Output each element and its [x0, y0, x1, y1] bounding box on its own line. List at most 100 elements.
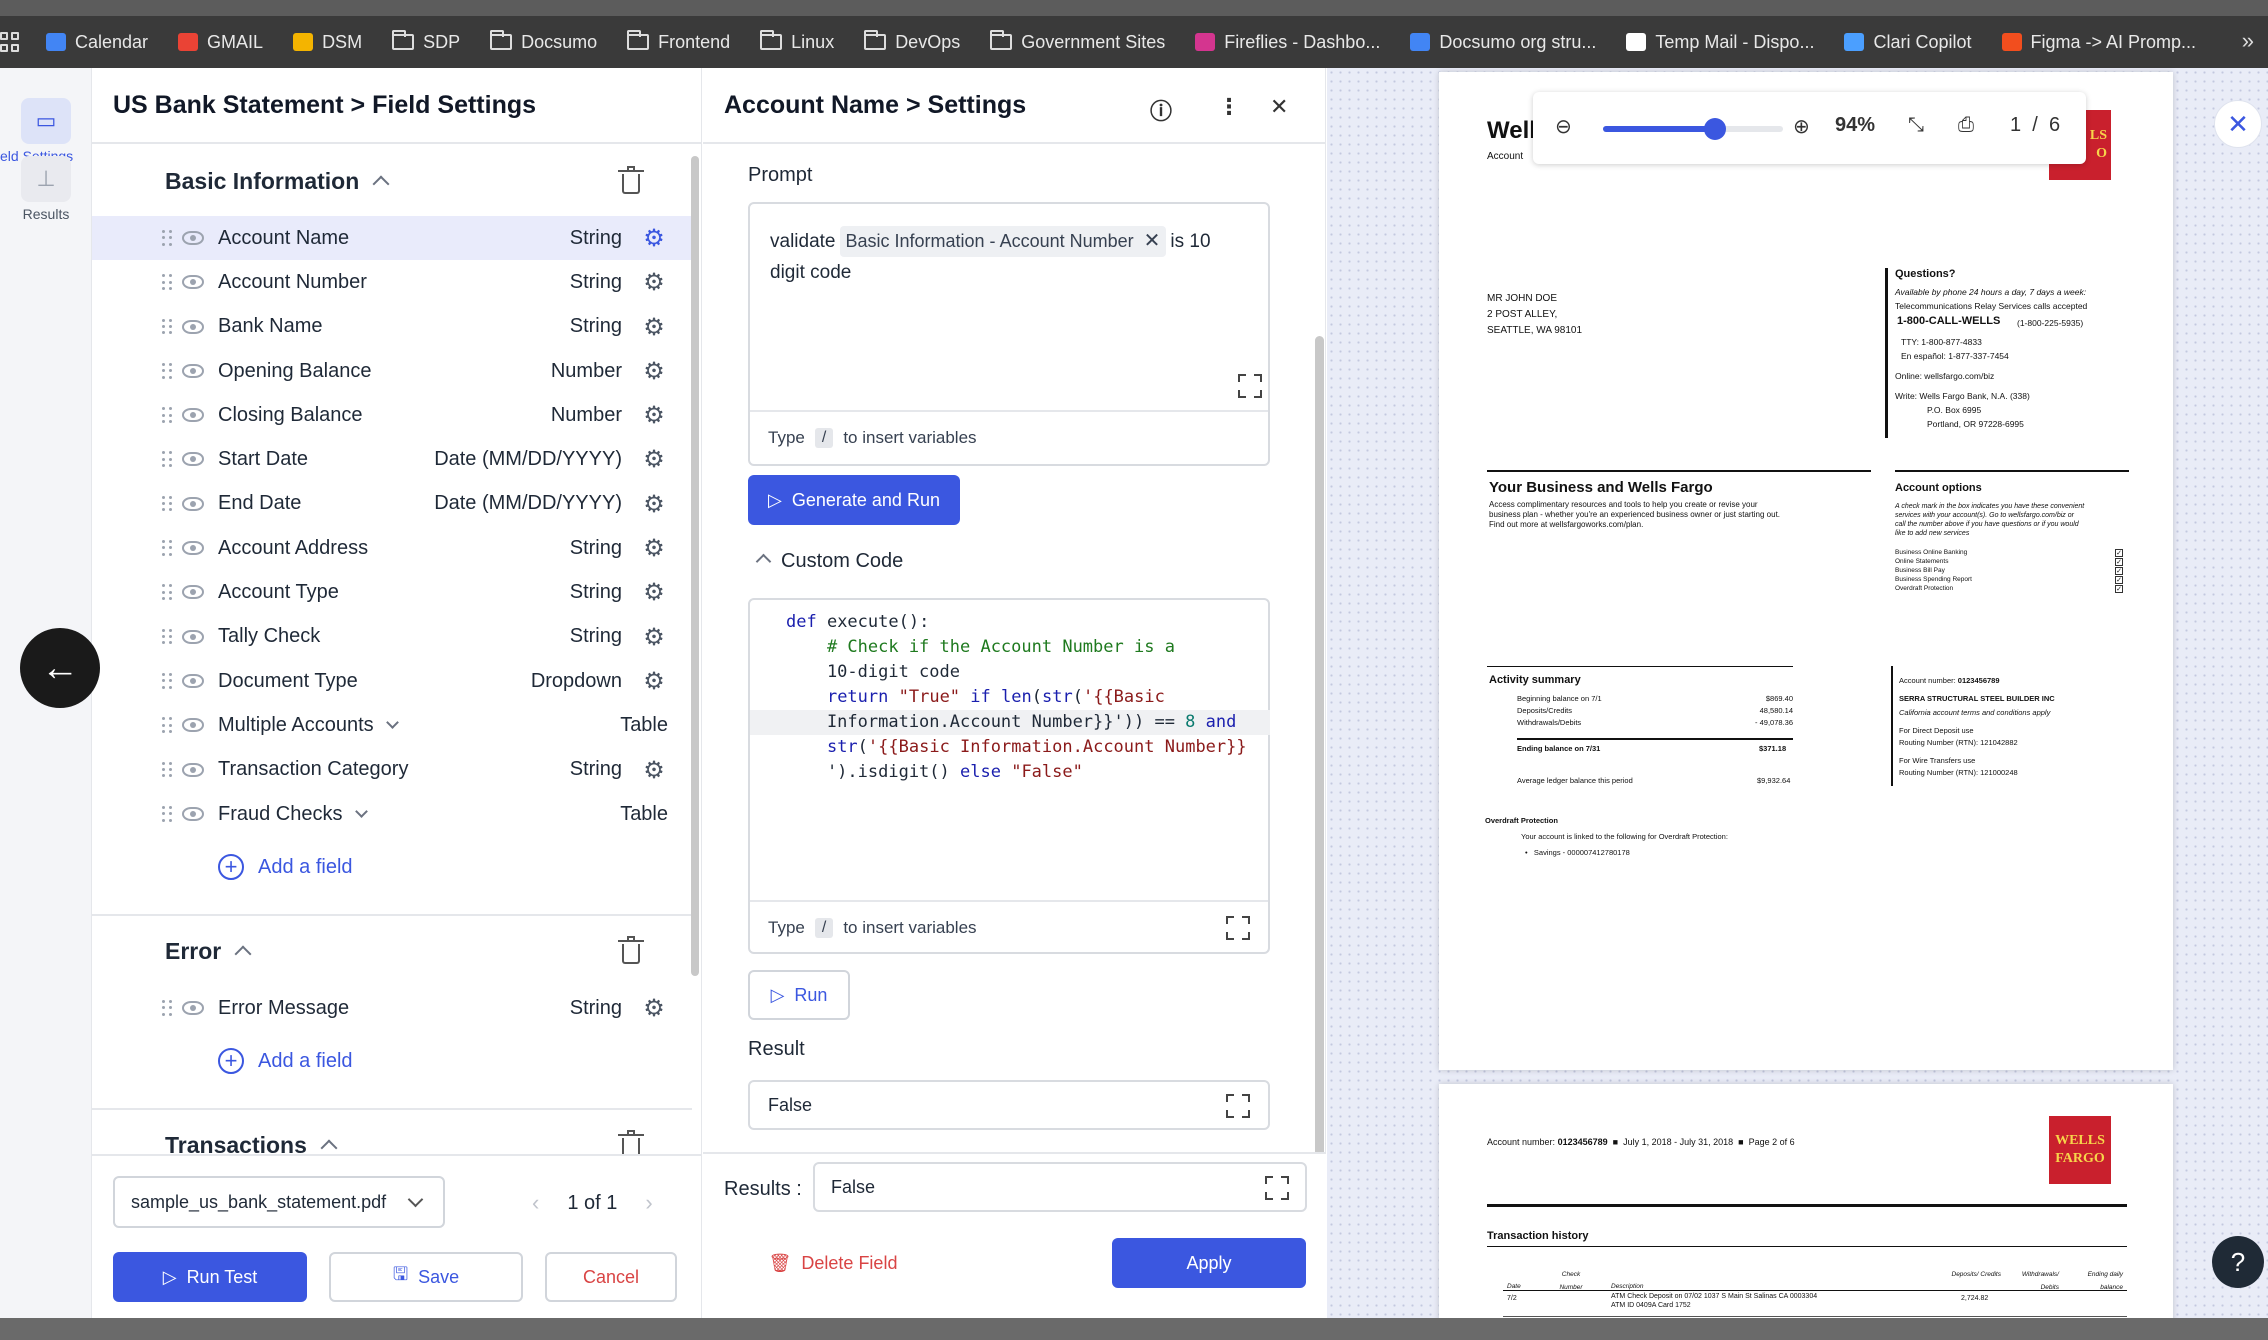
eye-icon[interactable] [182, 275, 204, 290]
bookmark-2[interactable]: DSM [293, 32, 362, 53]
gear-icon[interactable]: ⚙ [642, 227, 666, 251]
gear-icon[interactable]: ⚙ [642, 581, 666, 605]
drag-handle-icon[interactable] [162, 1000, 172, 1016]
field-row[interactable]: End Date Date (MM/DD/YYYY) ⚙ [92, 482, 692, 526]
result-field[interactable]: False [748, 1080, 1270, 1130]
gear-icon[interactable]: ⚙ [642, 492, 666, 517]
bookmark-7[interactable]: DevOps [864, 30, 960, 53]
more-bookmarks-icon[interactable]: » [2242, 28, 2254, 54]
gear-icon[interactable]: ⚙ [642, 537, 666, 561]
eye-icon[interactable] [182, 408, 204, 423]
group-header[interactable]: Transactions [92, 1110, 692, 1154]
drag-handle-icon[interactable] [162, 805, 172, 822]
bookmark-5[interactable]: Frontend [627, 30, 730, 53]
nav-results[interactable]: ⊥ Results [0, 156, 92, 222]
zoom-in-icon[interactable]: ⊕ [1793, 114, 1810, 139]
field-row[interactable]: Closing Balance Number ⚙ [92, 393, 692, 437]
drag-handle-icon[interactable] [162, 628, 172, 645]
gear-icon[interactable]: ⚙ [642, 359, 666, 384]
remove-chip-icon[interactable]: ✕ [1144, 230, 1161, 252]
trash-icon[interactable] [618, 936, 644, 965]
expand-icon[interactable] [1265, 1176, 1289, 1200]
drag-handle-icon[interactable] [162, 451, 172, 468]
settings-scrollbar[interactable] [1313, 146, 1326, 1220]
chevron-down-icon[interactable] [354, 804, 368, 818]
field-row[interactable]: Start Date Date (MM/DD/YYYY) ⚙ [92, 437, 692, 481]
field-list-scrollbar[interactable] [690, 146, 700, 1154]
eye-icon[interactable] [182, 319, 204, 334]
prompt-text[interactable]: validate Basic Information - Account Numb… [770, 226, 1250, 288]
floating-back-button[interactable]: ← [20, 628, 100, 708]
eye-icon[interactable] [182, 585, 204, 600]
drag-handle-icon[interactable] [162, 717, 172, 733]
field-row[interactable]: Transaction Category String ⚙ [92, 748, 692, 792]
trash-icon[interactable] [618, 166, 644, 194]
gear-icon[interactable]: ⚙ [642, 448, 666, 472]
field-row[interactable]: Tally Check String ⚙ [92, 615, 692, 659]
gear-icon[interactable]: ⚙ [642, 669, 666, 694]
custom-code-toggle[interactable]: Custom Code [755, 550, 903, 573]
field-row[interactable]: Account Address String ⚙ [92, 526, 692, 570]
bookmark-12[interactable]: Clari Copilot [1844, 32, 1972, 53]
delete-field-button[interactable]: 🗑 Delete Field [753, 1238, 913, 1288]
eye-icon[interactable] [182, 496, 204, 511]
prompt-editor[interactable]: validate Basic Information - Account Numb… [748, 202, 1270, 466]
eye-icon[interactable] [182, 806, 204, 821]
close-viewer-button[interactable]: ✕ [2214, 100, 2262, 148]
eye-icon[interactable] [182, 541, 204, 556]
eye-icon[interactable] [182, 762, 204, 777]
group-header[interactable]: Basic Information [92, 146, 692, 216]
gear-icon[interactable]: ⚙ [642, 271, 666, 295]
nav-field-settings[interactable]: ▭ eld Settings [0, 98, 92, 164]
fit-screen-icon[interactable]: ⤡ [1908, 114, 1924, 137]
expand-icon[interactable] [1238, 374, 1262, 398]
drag-handle-icon[interactable] [162, 761, 172, 778]
bookmark-3[interactable]: SDP [392, 30, 460, 53]
zoom-slider-knob[interactable] [1703, 118, 1726, 140]
chevron-up-icon[interactable] [234, 945, 252, 963]
bookmark-13[interactable]: Figma -> AI Promp... [2001, 32, 2196, 53]
field-row[interactable]: Account Type String ⚙ [92, 570, 692, 614]
eye-icon[interactable] [182, 452, 204, 467]
code-block[interactable]: def execute(): # Check if the Account Nu… [750, 610, 1270, 785]
eye-icon[interactable] [182, 718, 204, 733]
bookmark-4[interactable]: Docsumo [490, 30, 597, 53]
chevron-down-icon[interactable] [385, 716, 399, 729]
group-header[interactable]: Error [92, 916, 692, 986]
help-button[interactable]: ? [2212, 1236, 2264, 1288]
apply-button[interactable]: Apply [1112, 1238, 1306, 1288]
close-icon[interactable]: ✕ [1270, 94, 1288, 120]
drag-handle-icon[interactable] [162, 230, 172, 246]
gear-icon[interactable]: ⚙ [642, 315, 666, 340]
add-field-button[interactable]: + Add a field [92, 1030, 692, 1092]
bookmark-1[interactable]: GMAIL [178, 32, 263, 53]
run-button[interactable]: ▷ Run [748, 970, 850, 1020]
bookmark-11[interactable]: Temp Mail - Dispo... [1626, 32, 1814, 53]
gear-icon[interactable]: ⚙ [642, 997, 666, 1021]
gear-icon[interactable]: ⚙ [642, 758, 666, 783]
eye-icon[interactable] [182, 1001, 204, 1016]
next-page-icon[interactable]: › [645, 1190, 652, 1216]
prev-page-icon[interactable]: ‹ [532, 1190, 539, 1216]
expand-icon[interactable] [1226, 916, 1250, 940]
eye-icon[interactable] [182, 629, 204, 644]
code-editor[interactable]: def execute(): # Check if the Account Nu… [748, 598, 1270, 954]
save-button[interactable]: 🖫 Save [329, 1252, 523, 1302]
variable-chip[interactable]: Basic Information - Account Number ✕ [839, 226, 1167, 257]
bookmark-10[interactable]: Docsumo org stru... [1410, 32, 1596, 53]
page-view-icon[interactable]: ⎙ [1958, 114, 1974, 137]
bookmark-6[interactable]: Linux [760, 30, 834, 53]
field-row[interactable]: Document Type Dropdown ⚙ [92, 659, 692, 703]
drag-handle-icon[interactable] [162, 318, 172, 335]
drag-handle-icon[interactable] [162, 495, 172, 512]
expand-icon[interactable] [1226, 1094, 1250, 1118]
results-field[interactable]: False [813, 1162, 1307, 1212]
info-icon[interactable]: ⓘ [1150, 94, 1172, 126]
drag-handle-icon[interactable] [162, 672, 172, 689]
field-row[interactable]: Opening Balance Number ⚙ [92, 349, 692, 393]
field-row[interactable]: Bank Name String ⚙ [92, 305, 692, 349]
drag-handle-icon[interactable] [162, 407, 172, 423]
run-test-button[interactable]: ▷ Run Test [113, 1252, 307, 1302]
chevron-up-icon[interactable] [372, 175, 390, 193]
drag-handle-icon[interactable] [162, 362, 172, 379]
